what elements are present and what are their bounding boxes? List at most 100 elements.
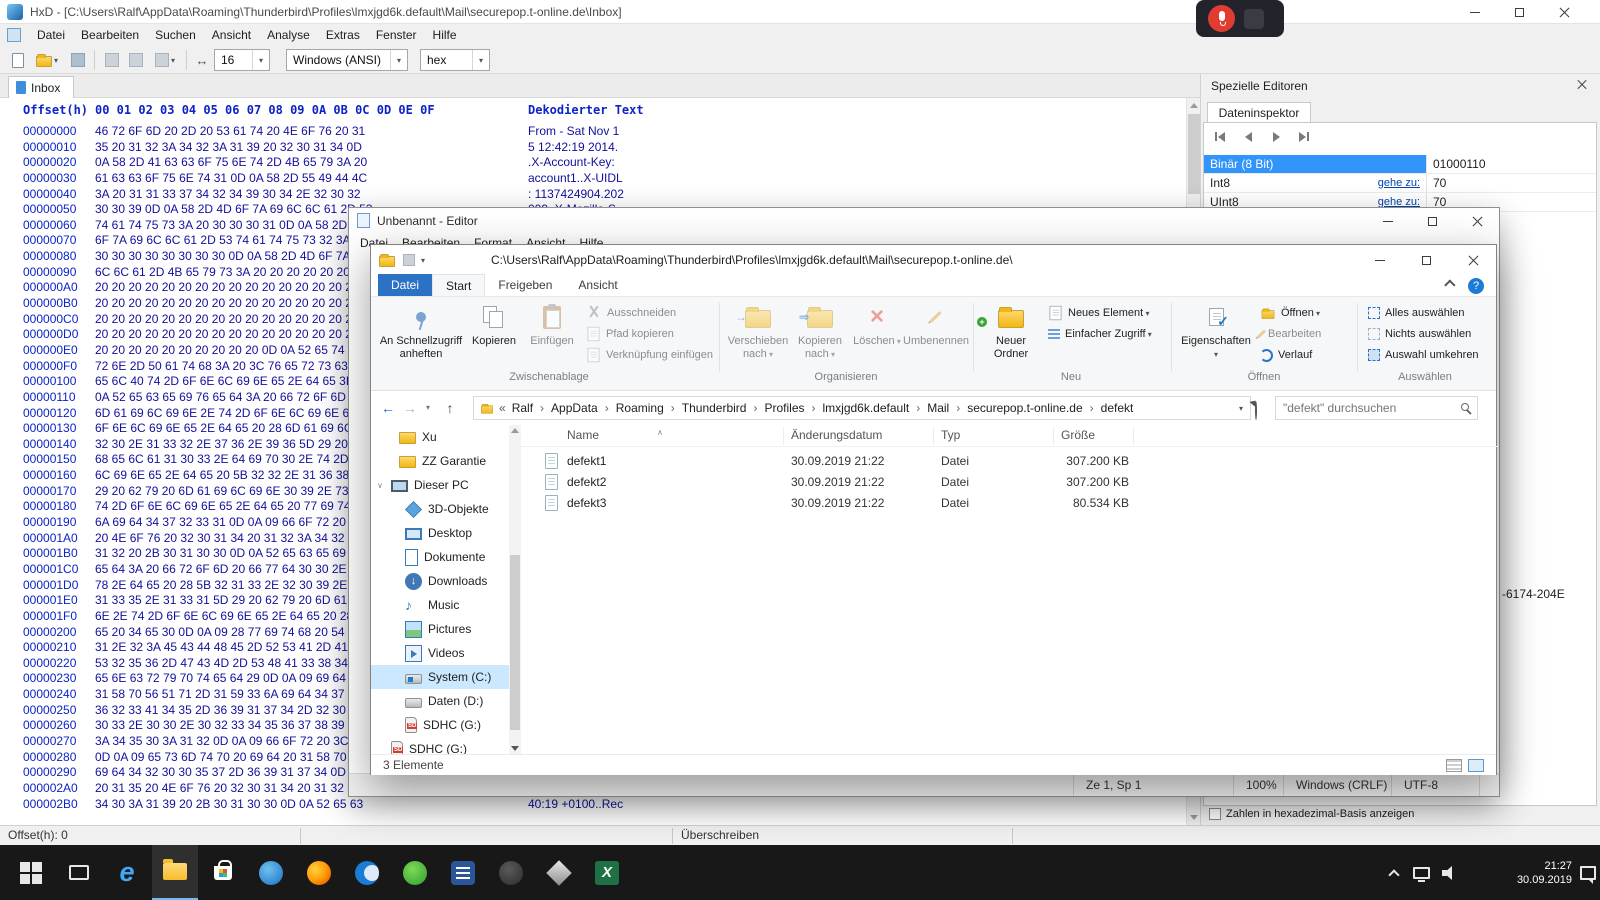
action-center-button[interactable] [1576,845,1600,900]
scroll-down-icon[interactable] [1190,815,1198,820]
address-dropdown-icon[interactable]: ▾ [1232,404,1250,413]
nav-item[interactable]: ∨ Xu [371,425,509,449]
nav-scroll-up-icon[interactable] [511,428,519,433]
print-button[interactable] [100,49,124,71]
taskbar-clock[interactable]: 21:27 30.09.2019 [1480,845,1572,900]
notepad-minimize-button[interactable] [1365,208,1410,234]
explorer-minimize-button[interactable] [1356,245,1403,275]
breadcrumb-item[interactable]: Mail [927,401,967,415]
refresh-button[interactable] [1255,402,1257,420]
notepad-close-button[interactable] [1455,208,1500,234]
hex-row[interactable]: 00000020 0A 58 2D 41 63 63 6F 75 6E 74 2… [0,155,1186,171]
export-button[interactable] [124,49,148,71]
select-all-button[interactable]: Alles auswählen [1365,303,1485,323]
store-taskbar-button[interactable] [200,845,246,900]
hxd-menu-item[interactable]: Bearbeiten [73,24,147,46]
tab-freigeben[interactable]: Freigeben [485,274,565,296]
inspector-row[interactable]: Binär (8 Bit) 01000110 [1204,155,1597,174]
pin-to-quick-access-button[interactable]: An Schnellzugriff anheften [379,301,463,377]
start-button[interactable] [8,845,54,900]
hxd-menu-item[interactable]: Extras [318,24,368,46]
inspector-type-cell[interactable]: Int8 gehe zu: [1204,174,1427,192]
inspector-value-cell[interactable]: 70 [1427,174,1597,192]
breadcrumb-item[interactable]: Ralf [512,401,551,415]
hex-base-checkbox[interactable] [1209,808,1221,820]
nav-scroll-down-icon[interactable] [511,746,519,751]
hex-row[interactable]: 000002B0 34 30 3A 31 39 20 2B 30 31 30 3… [0,797,1186,813]
details-view-icon[interactable] [1446,759,1462,772]
paste-shortcut-button[interactable]: Verknüpfung einfügen [583,345,715,365]
nav-item[interactable]: ∨ Daten (D:) [371,689,509,713]
hxd-menu-item[interactable]: Analyse [259,24,318,46]
thumbnail-view-icon[interactable] [1468,759,1484,772]
nav-item[interactable]: ∨ Dieser PC [371,473,509,497]
file-row[interactable]: defekt3 30.09.2019 21:22 Datei 80.534 KB [521,493,1498,514]
app-silver-taskbar-button[interactable] [536,845,582,900]
delete-button[interactable]: × Löschen [853,301,901,377]
hex-row[interactable]: 00000010 35 20 31 32 3A 34 32 3A 31 39 2… [0,140,1186,156]
tab-start[interactable]: Start [432,274,485,296]
tab-ansicht[interactable]: Ansicht [565,274,630,296]
explorer-maximize-button[interactable] [1403,245,1450,275]
edge-taskbar-button[interactable]: e [104,845,150,900]
invert-selection-button[interactable]: Auswahl umkehren [1365,345,1485,365]
nav-item[interactable]: ∨ Desktop [371,521,509,545]
copy-button[interactable]: Kopieren [467,301,521,377]
explorer-taskbar-button[interactable] [152,845,198,900]
hex-row[interactable]: 00000040 3A 20 31 31 33 37 34 32 34 39 3… [0,187,1186,203]
hxd-menu-item[interactable]: Hilfe [425,24,465,46]
record-microphone-button[interactable] [1208,5,1235,32]
app-blue2-taskbar-button[interactable] [440,845,486,900]
breadcrumb-item[interactable]: defekt [1101,401,1148,415]
go-last-button[interactable] [1292,127,1316,146]
nav-item[interactable]: ∨ Pictures [371,617,509,641]
history-button[interactable]: Verlauf [1257,345,1351,365]
go-next-button[interactable] [1264,127,1288,146]
encoding-select[interactable]: Windows (ANSI)▾ [286,49,408,71]
breadcrumb-item[interactable]: Thunderbird [682,401,765,415]
hxd-maximize-button[interactable] [1497,0,1542,24]
help-icon[interactable]: ? [1468,278,1484,294]
collapse-ribbon-icon[interactable] [1444,279,1455,290]
paste-button[interactable]: Einfügen [525,301,579,377]
notepad-titlebar[interactable]: Unbenannt - Editor [349,208,1499,234]
new-item-button[interactable]: Neues Element [1045,303,1167,323]
tab-inbox[interactable]: Inbox [8,76,74,98]
move-to-button[interactable]: → Verschieben nach [727,301,789,377]
bytes-per-row-select[interactable]: 16▾ [214,49,270,71]
file-row[interactable]: defekt2 30.09.2019 21:22 Datei 307.200 K… [521,472,1498,493]
expand-chevron-icon[interactable]: ∨ [377,481,383,490]
cut-button[interactable]: Ausschneiden [583,303,715,323]
file-row[interactable]: defekt1 30.09.2019 21:22 Datei 307.200 K… [521,451,1498,472]
open-button[interactable]: Öffnen [1257,303,1351,323]
recent-locations-icon[interactable]: ▾ [421,398,435,418]
breadcrumb-item[interactable]: securepop.t-online.de [967,401,1100,415]
excel-taskbar-button[interactable]: X [584,845,630,900]
hxd-close-button[interactable] [1542,0,1587,24]
breadcrumb-overflow[interactable]: « [499,401,506,415]
new-file-button[interactable] [6,49,30,71]
nav-item[interactable]: ∨ SDHC (G:) [371,713,509,737]
hxd-titlebar[interactable]: HxD - [C:\Users\Ralf\AppData\Roaming\Thu… [0,0,1600,24]
search-input[interactable] [1276,397,1456,419]
go-previous-button[interactable] [1236,127,1260,146]
goto-link[interactable]: gehe zu: [1378,177,1420,189]
breadcrumb-item[interactable]: AppData [551,401,616,415]
inspector-value-cell[interactable]: 01000110 [1427,155,1597,173]
notepad-maximize-button[interactable] [1410,208,1455,234]
edit-button[interactable]: Bearbeiten [1257,324,1351,344]
qat-customize-icon[interactable]: ▾ [421,256,425,265]
forward-button[interactable]: → [399,398,421,418]
hxd-minimize-button[interactable] [1452,0,1497,24]
inspector-row[interactable]: Int8 gehe zu: 70 [1204,174,1597,193]
nav-item[interactable]: ∨ SDHC (G:) [371,737,509,754]
back-button[interactable]: ← [377,398,399,418]
go-first-button[interactable] [1208,127,1232,146]
nav-item[interactable]: ∨ ZZ Garantie [371,449,509,473]
hxd-menu-item[interactable]: Fenster [368,24,425,46]
nav-item[interactable]: ∨ Videos [371,641,509,665]
column-header-name[interactable]: Name [567,428,599,442]
save-button[interactable] [66,49,90,71]
app-blue-taskbar-button[interactable] [248,845,294,900]
nav-item[interactable]: ∨ Dokumente [371,545,509,569]
